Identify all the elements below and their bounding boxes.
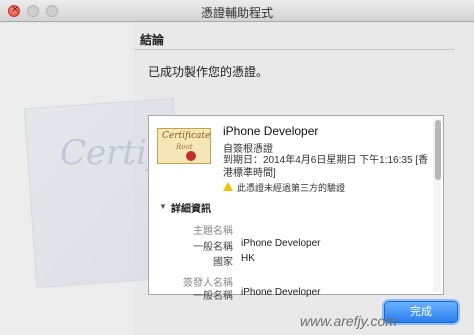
divider <box>134 49 454 50</box>
details-disclosure-icon[interactable]: ▼ <box>159 202 167 211</box>
issuer-common-name-label: 一般名稱 <box>193 291 233 302</box>
certificate-details-box[interactable]: Certificate Root iPhone Developer 自簽根憑證 … <box>148 115 444 302</box>
seal-icon <box>186 151 196 161</box>
issuer-common-name: iPhone Developer <box>241 287 321 298</box>
sidebar-watermark: Certificate <box>0 23 243 335</box>
certificate-name: iPhone Developer <box>223 124 319 138</box>
scrollbar-thumb[interactable] <box>435 120 441 180</box>
details-label[interactable]: 詳細資訊 <box>171 200 211 215</box>
main-panel: 結論 已成功製作您的憑證。 Certificate Root iPhone De… <box>134 23 474 335</box>
subject-common-name: iPhone Developer <box>241 238 321 249</box>
certificate-warning: 此憑證未經過第三方的驗證 <box>237 183 346 193</box>
status-message: 已成功製作您的憑證。 <box>148 65 269 79</box>
warning-icon <box>223 182 233 191</box>
certificate-expiry: 到期日：2014年4月6日星期日 下午1:16:35 [香港標準時間] <box>223 155 429 179</box>
certificate-type: 自簽根憑證 <box>223 144 273 155</box>
page-title: 結論 <box>140 33 165 47</box>
title-bar: × 憑證輔助程式 <box>0 0 474 22</box>
window-title: 憑證輔助程式 <box>200 6 273 20</box>
certificate-icon: Certificate Root <box>157 128 211 164</box>
subject-name-label: 主題名稱 <box>193 226 233 237</box>
subject-common-name-label: 一般名稱 <box>193 242 233 253</box>
site-watermark: www.arefjy.com <box>300 313 397 329</box>
subject-country: HK <box>241 253 255 264</box>
subject-country-label: 國家 <box>213 257 233 268</box>
